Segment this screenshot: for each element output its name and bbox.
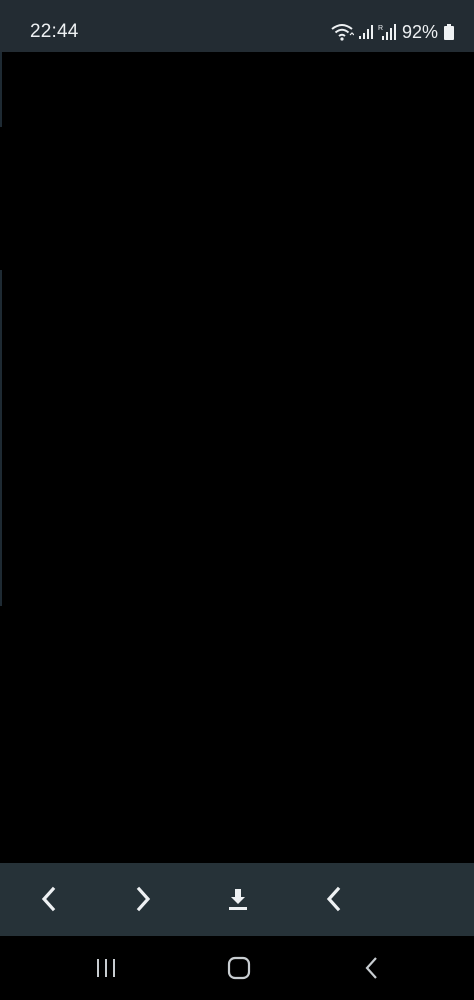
recent-apps-button[interactable] [82,946,130,990]
content-viewer[interactable] [0,52,474,863]
system-nav-bar [0,936,474,1000]
previous-button[interactable] [27,877,71,921]
status-time: 22:44 [30,21,79,42]
roaming-signal-icon: R [378,23,396,41]
signal-icon [358,24,374,40]
back-icon [365,957,377,979]
status-icons: R 92% [330,18,454,46]
home-icon [227,956,251,980]
chevron-left-icon [41,886,56,912]
back-button[interactable] [348,946,396,990]
svg-text:R: R [378,25,383,32]
download-icon [229,889,247,910]
download-button[interactable] [216,877,260,921]
battery-icon [444,24,454,40]
battery-percent: 92% [401,22,438,42]
edge-divider [0,270,2,606]
wifi-icon [330,23,354,41]
home-button[interactable] [215,946,263,990]
next-button[interactable] [121,877,165,921]
chevron-left-icon [326,886,341,912]
edge-divider [0,52,2,127]
recent-apps-icon [97,959,115,977]
back-toolbar-button[interactable] [312,877,356,921]
bottom-toolbar [0,863,474,936]
status-bar: 22:44 R 92% [0,0,474,52]
chevron-right-icon [136,886,151,912]
